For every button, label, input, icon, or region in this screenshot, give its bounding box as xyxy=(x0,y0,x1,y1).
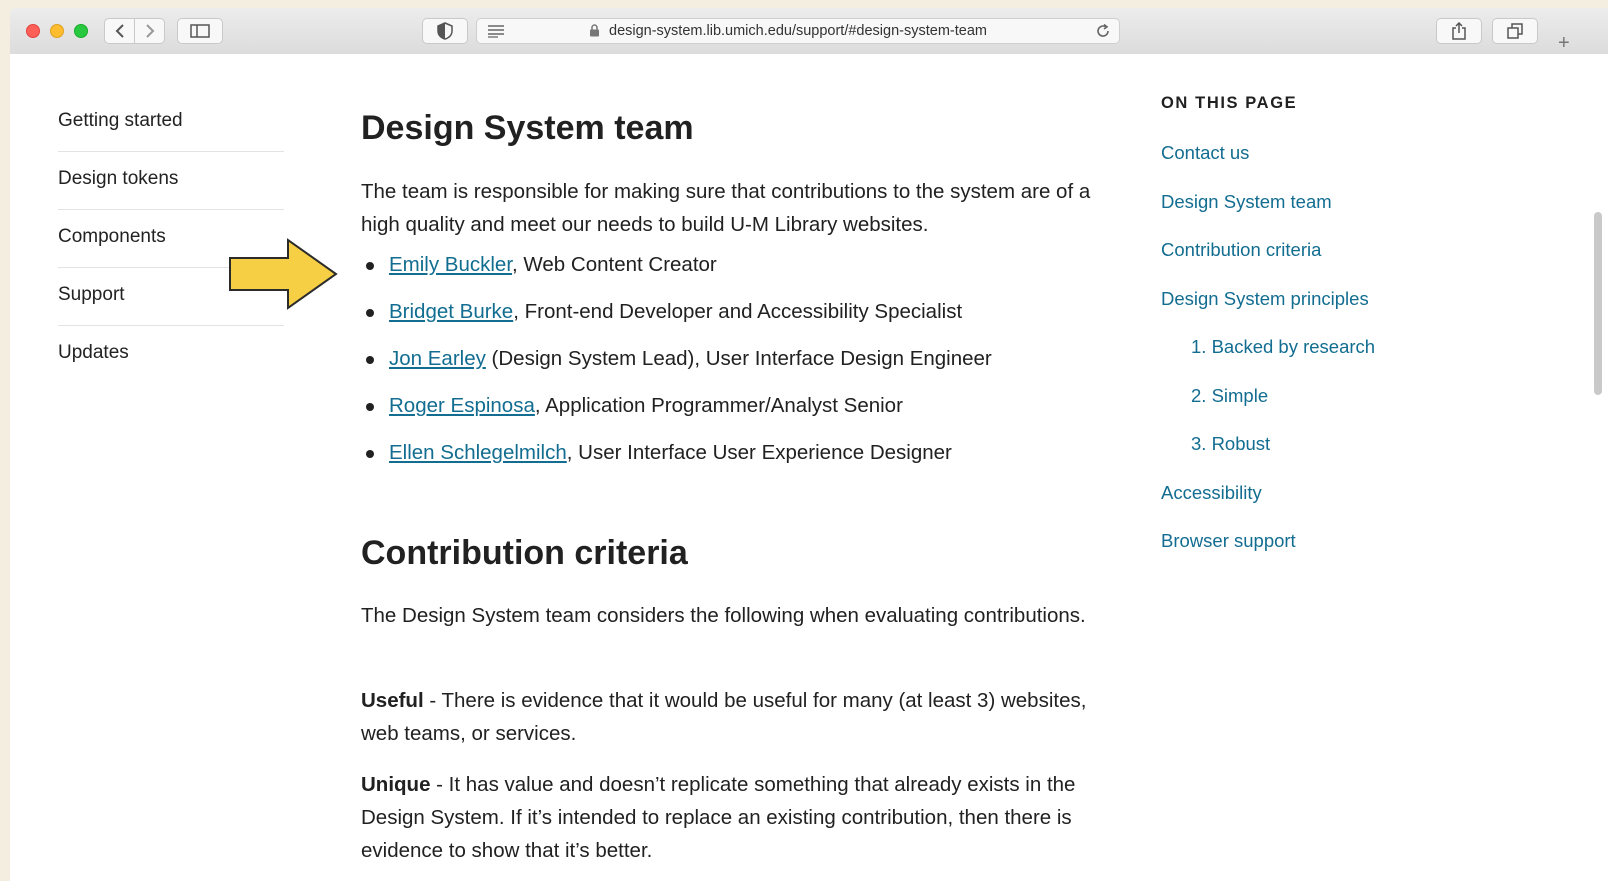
minimize-window-button[interactable] xyxy=(50,24,64,38)
list-item: Bridget Burke, Front-end Developer and A… xyxy=(361,297,992,344)
toc-link-accessibility[interactable]: Accessibility xyxy=(1161,482,1481,531)
toc-link-design-system-principles[interactable]: Design System principles xyxy=(1161,288,1481,337)
toc-link-contribution-criteria[interactable]: Contribution criteria xyxy=(1161,239,1481,288)
arrow-right-icon xyxy=(229,238,338,310)
team-member-link-jon-earley[interactable]: Jon Earley xyxy=(389,347,486,370)
on-this-page-nav: ON THIS PAGE Contact us Design System te… xyxy=(1161,94,1481,579)
criteria-intro-paragraph: The Design System team considers the fol… xyxy=(361,604,1086,627)
lock-icon xyxy=(590,24,599,37)
sidebar-item-design-tokens[interactable]: Design tokens xyxy=(58,152,284,210)
chevron-left-icon xyxy=(115,24,124,38)
toc-link-robust[interactable]: 3. Robust xyxy=(1161,433,1481,482)
chevron-right-icon xyxy=(145,24,154,38)
toc-link-browser-support[interactable]: Browser support xyxy=(1161,530,1481,579)
new-tab-button[interactable]: + xyxy=(1558,32,1578,56)
browser-window: design-system.lib.umich.edu/support/#des… xyxy=(10,8,1608,881)
address-bar[interactable]: design-system.lib.umich.edu/support/#des… xyxy=(476,18,1120,44)
criteria-useful-paragraph: Useful - There is evidence that it would… xyxy=(361,684,1121,750)
team-member-role: , Front-end Developer and Accessibility … xyxy=(513,300,963,323)
zoom-window-button[interactable] xyxy=(74,24,88,38)
team-member-role: , User Interface User Experience Designe… xyxy=(566,441,952,464)
list-item: Jon Earley (Design System Lead), User In… xyxy=(361,344,992,391)
sidebar-toggle-button[interactable] xyxy=(177,18,223,44)
team-member-role: , Web Content Creator xyxy=(512,253,717,276)
sidebar-item-getting-started[interactable]: Getting started xyxy=(58,94,284,152)
team-member-link-bridget-burke[interactable]: Bridget Burke xyxy=(389,300,513,323)
tab-overview-button[interactable] xyxy=(1492,18,1538,44)
privacy-report-button[interactable] xyxy=(422,18,468,44)
criteria-unique-paragraph: Unique - It has value and doesn’t replic… xyxy=(361,768,1121,867)
criteria-term-unique: Unique xyxy=(361,773,431,796)
team-intro-paragraph: The team is responsible for making sure … xyxy=(361,180,1091,236)
team-member-role: (Design System Lead), User Interface Des… xyxy=(485,347,992,370)
list-item: Roger Espinosa, Application Programmer/A… xyxy=(361,391,992,438)
sidebar-icon xyxy=(190,24,210,38)
team-list: Emily Buckler, Web Content Creator Bridg… xyxy=(361,250,992,485)
criteria-unique-text: - It has value and doesn’t replicate som… xyxy=(361,773,1076,862)
toc-link-contact-us[interactable]: Contact us xyxy=(1161,142,1481,191)
criteria-term-useful: Useful xyxy=(361,689,424,712)
tabs-icon xyxy=(1507,23,1523,39)
forward-button[interactable] xyxy=(134,18,165,44)
criteria-useful-text: - There is evidence that it would be use… xyxy=(361,689,1087,745)
share-icon xyxy=(1452,22,1466,40)
sidebar-item-updates[interactable]: Updates xyxy=(58,326,284,384)
section-heading-contribution-criteria: Contribution criteria xyxy=(361,534,688,572)
team-member-link-roger-espinosa[interactable]: Roger Espinosa xyxy=(389,394,535,417)
team-member-link-emily-buckler[interactable]: Emily Buckler xyxy=(389,253,512,276)
list-item: Emily Buckler, Web Content Creator xyxy=(361,250,992,297)
reload-icon[interactable] xyxy=(1095,23,1111,39)
team-member-link-ellen-schlegelmilch[interactable]: Ellen Schlegelmilch xyxy=(389,441,567,464)
back-button[interactable] xyxy=(104,18,135,44)
team-member-role: , Application Programmer/Analyst Senior xyxy=(534,394,903,417)
toc-heading: ON THIS PAGE xyxy=(1161,94,1298,112)
toc-link-design-system-team[interactable]: Design System team xyxy=(1161,191,1481,240)
shield-icon xyxy=(437,22,453,40)
section-heading-design-system-team: Design System team xyxy=(361,109,694,147)
url-text: design-system.lib.umich.edu/support/#des… xyxy=(609,23,987,39)
list-item: Ellen Schlegelmilch, User Interface User… xyxy=(361,438,992,485)
browser-toolbar: design-system.lib.umich.edu/support/#des… xyxy=(10,8,1608,55)
toc-link-simple[interactable]: 2. Simple xyxy=(1161,385,1481,434)
vertical-scrollbar[interactable] xyxy=(1594,212,1602,395)
close-window-button[interactable] xyxy=(26,24,40,38)
toc-link-backed-by-research[interactable]: 1. Backed by research xyxy=(1161,336,1481,385)
share-button[interactable] xyxy=(1436,18,1482,44)
page-content: Getting started Design tokens Components… xyxy=(10,54,1608,881)
